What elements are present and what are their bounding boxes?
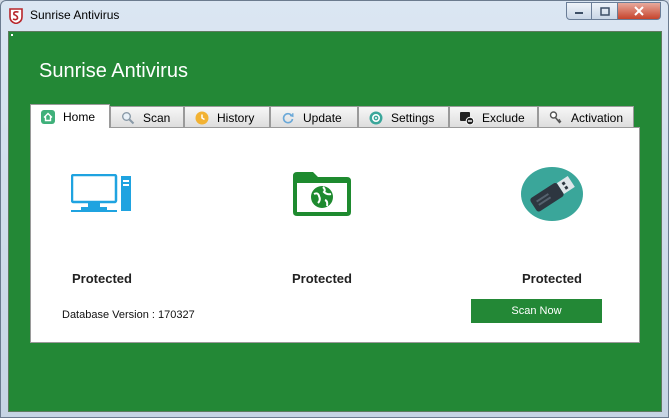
tab-scan[interactable]: Scan (110, 106, 184, 128)
window-controls (566, 2, 661, 22)
key-icon (549, 110, 563, 125)
exclude-icon (460, 111, 474, 125)
tab-activation-label: Activation (571, 110, 624, 125)
history-icon (195, 111, 209, 125)
folder-status-label: Protected (292, 271, 352, 286)
computer-icon (71, 174, 131, 212)
tab-update[interactable]: Update (270, 106, 358, 128)
app-heading: Sunrise Antivirus (39, 60, 188, 82)
tab-settings-label: Settings (391, 110, 435, 125)
magnifier-icon (121, 111, 135, 125)
tab-activation[interactable]: Activation (538, 106, 634, 128)
close-icon (634, 6, 644, 16)
usb-drive-icon (521, 167, 583, 221)
tab-home[interactable]: Home (30, 104, 110, 128)
gear-icon (369, 111, 383, 125)
tab-exclude-label: Exclude (482, 110, 525, 125)
tab-home-label: Home (63, 109, 96, 124)
minimize-icon (575, 12, 583, 14)
computer-status-label: Protected (72, 271, 132, 286)
tab-scan-label: Scan (143, 110, 171, 125)
sunrise-shield-icon (9, 8, 23, 24)
title-bar[interactable]: Sunrise Antivirus (1, 1, 668, 31)
main-client-area: Sunrise Antivirus Home Scan History Upda… (8, 31, 662, 412)
tab-update-label: Update (303, 110, 342, 125)
refresh-icon (281, 111, 295, 125)
close-button[interactable] (618, 2, 661, 20)
scan-now-button[interactable]: Scan Now (471, 299, 602, 323)
corner-dot (11, 34, 13, 36)
database-version-text: Database Version : 170327 (62, 309, 195, 321)
usb-status-label: Protected (522, 271, 582, 286)
tab-history[interactable]: History (184, 106, 270, 128)
window-title: Sunrise Antivirus (30, 8, 120, 22)
tab-settings[interactable]: Settings (358, 106, 449, 128)
app-window: Sunrise Antivirus Sunrise Antivirus Home (0, 0, 669, 418)
tab-history-label: History (217, 110, 255, 125)
tab-exclude[interactable]: Exclude (449, 106, 538, 128)
maximize-button[interactable] (592, 2, 618, 20)
minimize-button[interactable] (566, 2, 592, 20)
home-icon (41, 109, 55, 124)
maximize-icon (599, 6, 610, 16)
folder-globe-icon (293, 172, 351, 216)
home-panel: Protected Protected Protected Database V… (30, 127, 640, 343)
